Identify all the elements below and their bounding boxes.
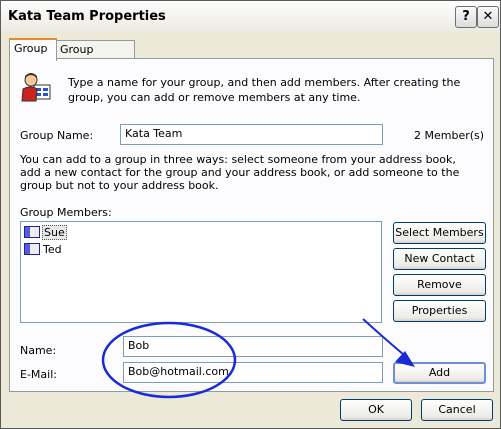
name-label: Name: <box>20 344 57 357</box>
contact-card-icon <box>24 226 40 238</box>
tab-group-details[interactable]: Group Details <box>55 40 135 74</box>
properties-button[interactable]: Properties <box>393 300 486 322</box>
new-contact-button[interactable]: New Contact <box>393 248 486 270</box>
window-title: Kata Team Properties <box>8 9 166 24</box>
title-bar[interactable]: Kata Team Properties ? ✕ <box>1 1 500 32</box>
select-members-button[interactable]: Select Members <box>393 222 486 244</box>
group-members-label: Group Members: <box>20 206 112 219</box>
group-members-list[interactable]: Sue Ted <box>20 221 382 323</box>
cancel-button[interactable]: Cancel <box>421 399 493 421</box>
group-name-input[interactable]: Kata Team <box>120 124 383 145</box>
contact-card-icon <box>24 243 40 255</box>
name-input[interactable]: Bob <box>123 336 383 357</box>
group-name-label: Group Name: <box>20 129 94 142</box>
email-label: E-Mail: <box>20 368 57 381</box>
close-button[interactable]: ✕ <box>477 6 499 28</box>
intro-text: Type a name for your group, and then add… <box>68 76 461 104</box>
member-count: 2 Member(s) <box>414 129 485 142</box>
add-button[interactable]: Add <box>393 362 486 384</box>
group-icon <box>20 71 52 103</box>
help-button[interactable]: ? <box>455 6 477 28</box>
list-item-sue[interactable]: Sue <box>24 225 67 241</box>
ok-button[interactable]: OK <box>340 399 412 421</box>
instructions-text: You can add to a group in three ways: se… <box>20 153 460 192</box>
list-item-ted[interactable]: Ted <box>24 242 63 258</box>
member-name: Sue <box>42 225 67 240</box>
remove-button[interactable]: Remove <box>393 274 486 296</box>
properties-dialog: Kata Team Properties ? ✕ Group Group Det… <box>0 0 501 429</box>
group-tab-panel: Type a name for your group, and then add… <box>9 58 494 392</box>
tab-group[interactable]: Group <box>9 38 57 61</box>
member-name: Ted <box>43 243 62 256</box>
email-input[interactable]: Bob@hotmail.com <box>123 362 383 383</box>
